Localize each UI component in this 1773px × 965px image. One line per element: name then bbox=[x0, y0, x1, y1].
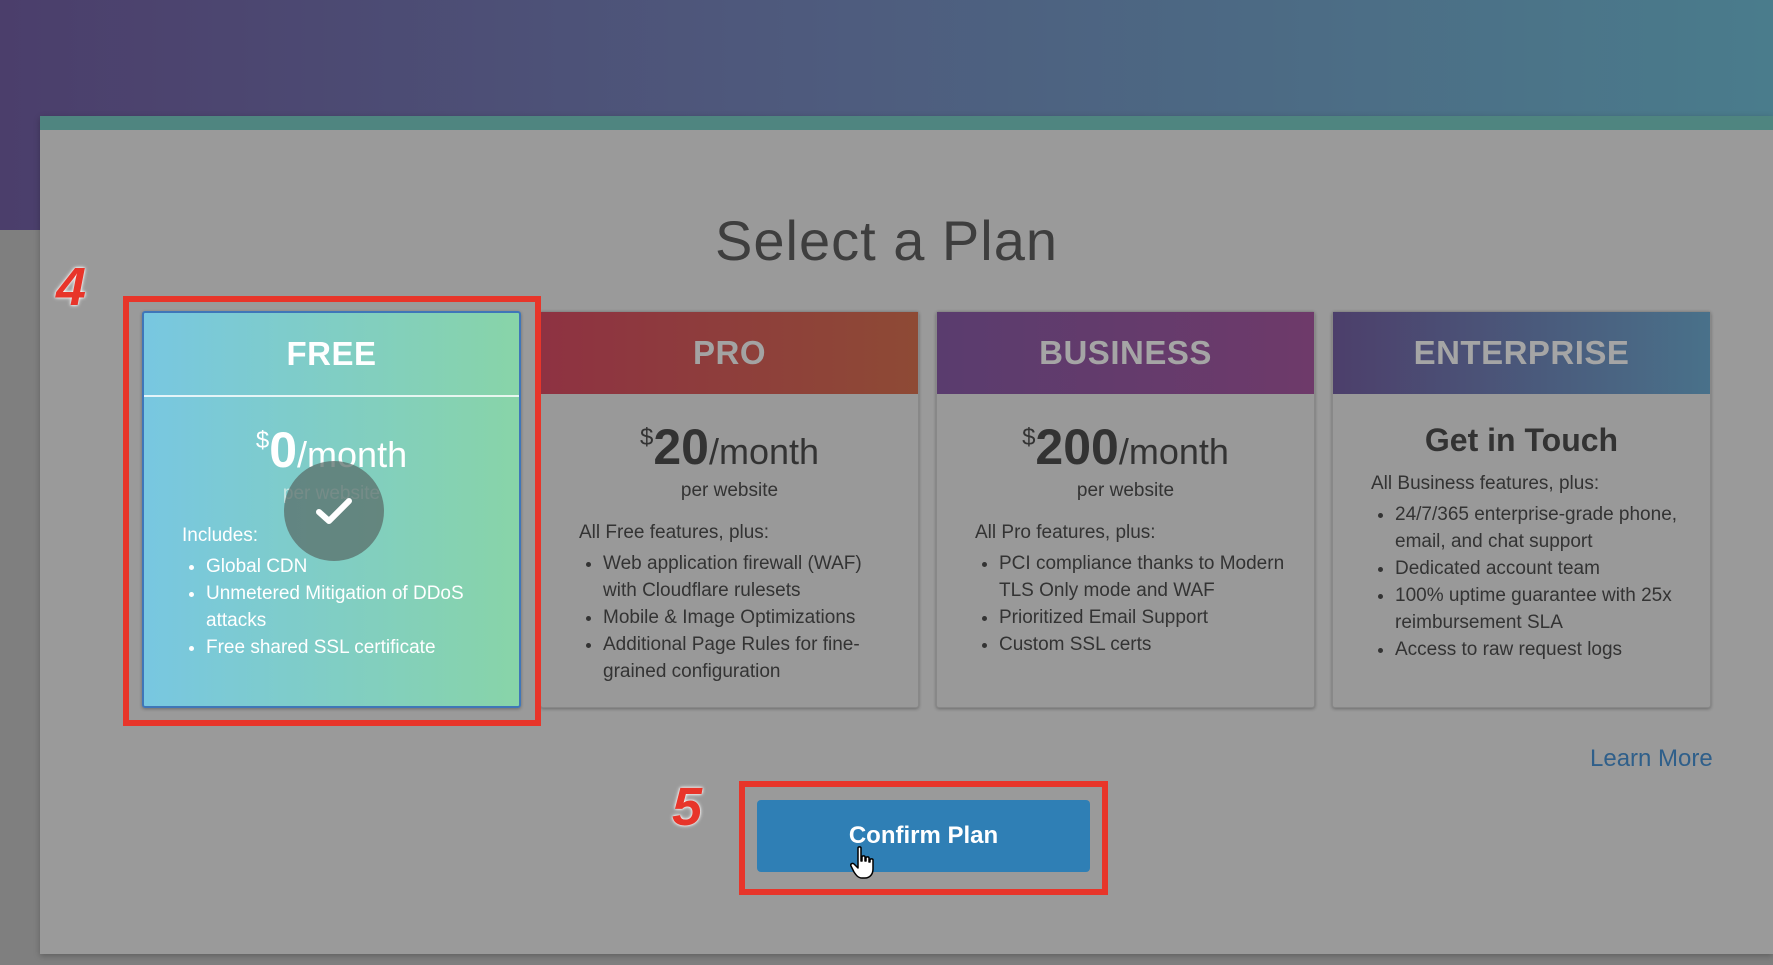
feature-item: Prioritized Email Support bbox=[999, 604, 1294, 631]
feature-item: Custom SSL certs bbox=[999, 631, 1294, 658]
feature-item: 100% uptime guarantee with 25x reimburse… bbox=[1395, 582, 1690, 636]
plan-card-enterprise[interactable]: ENTERPRISE Get in Touch All Business fea… bbox=[1332, 311, 1711, 708]
plan-sub: per website bbox=[680, 480, 779, 501]
highlight-box-confirm bbox=[739, 781, 1108, 895]
feature-item: 24/7/365 enterprise-grade phone, email, … bbox=[1395, 501, 1690, 555]
plan-heading: Get in Touch bbox=[1424, 422, 1619, 458]
feature-item: PCI compliance thanks to Modern TLS Only… bbox=[999, 550, 1294, 604]
feature-item: Dedicated account team bbox=[1395, 555, 1690, 582]
plan-price: $20/month bbox=[639, 419, 820, 475]
feature-list: 24/7/365 enterprise-grade phone, email, … bbox=[1333, 501, 1710, 663]
feature-list: Web application firewall (WAF) with Clou… bbox=[541, 550, 918, 685]
plan-name: ENTERPRISE bbox=[1333, 312, 1710, 394]
plan-sub: per website bbox=[1076, 480, 1175, 501]
plan-intro: All Pro features, plus: bbox=[975, 522, 1156, 543]
plan-intro: All Free features, plus: bbox=[579, 522, 770, 543]
plan-card-business[interactable]: BUSINESS $200/month per website All Pro … bbox=[936, 311, 1315, 708]
feature-item: Additional Page Rules for fine-grained c… bbox=[603, 631, 898, 685]
highlight-box-plan bbox=[123, 296, 541, 726]
plan-name: PRO bbox=[541, 312, 918, 394]
feature-item: Access to raw request logs bbox=[1395, 636, 1690, 663]
plan-card-pro[interactable]: PRO $20/month per website All Free featu… bbox=[540, 311, 919, 708]
step-number-4: 4 bbox=[56, 257, 87, 317]
feature-item: Web application firewall (WAF) with Clou… bbox=[603, 550, 898, 604]
plan-intro: All Business features, plus: bbox=[1371, 473, 1600, 494]
plan-price: $200/month bbox=[1022, 419, 1229, 475]
page-title: Select a Plan bbox=[715, 209, 1058, 272]
feature-list: PCI compliance thanks to Modern TLS Only… bbox=[937, 550, 1314, 658]
learn-more-link[interactable]: Learn More bbox=[1590, 745, 1713, 773]
plan-name: BUSINESS bbox=[937, 312, 1314, 394]
step-number-5: 5 bbox=[672, 777, 703, 837]
feature-item: Mobile & Image Optimizations bbox=[603, 604, 898, 631]
hand-pointer-icon bbox=[850, 846, 878, 885]
